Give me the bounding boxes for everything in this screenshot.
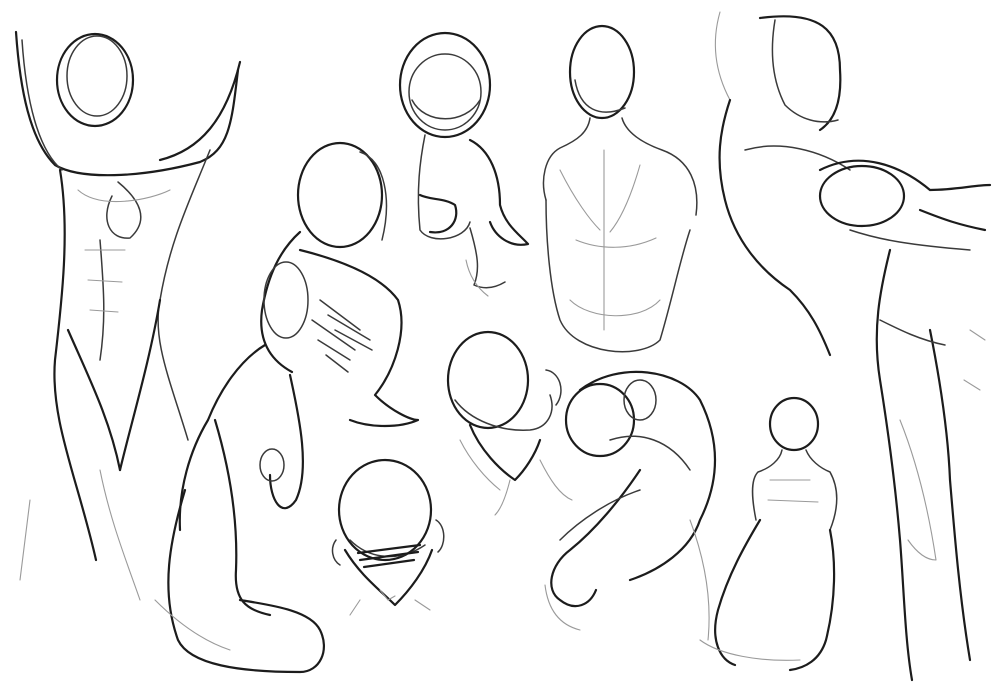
- figure-head-top-view: [398, 31, 530, 297]
- figure-torso-arms-raised: [14, 30, 242, 601]
- figure-head-shaded-brow: [331, 458, 445, 616]
- figure-crouching: [154, 141, 420, 674]
- figure-back-view: [542, 24, 698, 353]
- gesture-sketches: [14, 11, 992, 682]
- figure-hunched: [544, 370, 717, 641]
- sketch-sheet: [0, 0, 1000, 698]
- figure-small-seated: [699, 396, 838, 672]
- figure-twisting-torso: [714, 11, 992, 682]
- figure-head-tilted: [446, 330, 573, 516]
